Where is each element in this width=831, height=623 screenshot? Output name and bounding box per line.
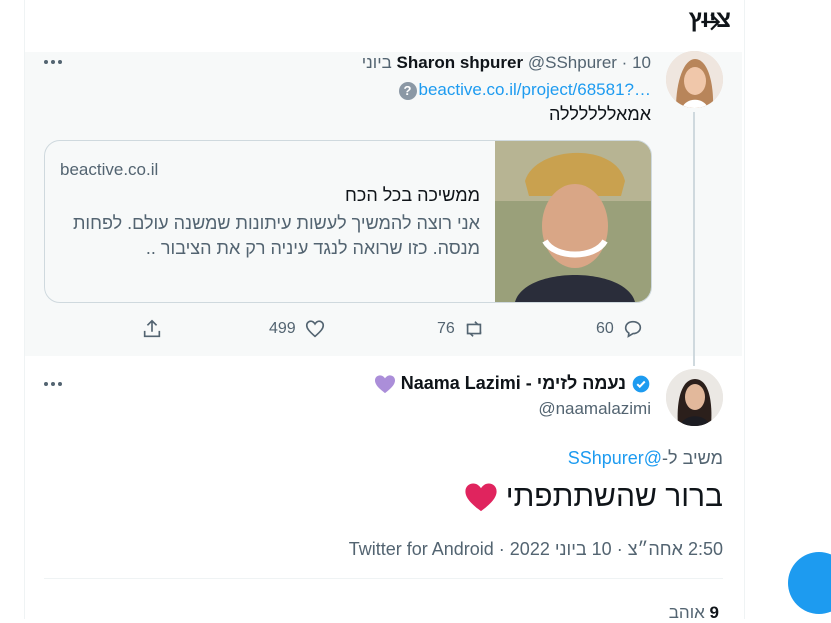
tweet-text: אמאללללללה: [549, 104, 651, 124]
tweet-meta: Sharon shpurer @SShpurer · 10 ביוני: [362, 53, 651, 73]
separator: ·: [621, 53, 628, 72]
like-count: 499: [269, 320, 296, 337]
avatar[interactable]: [666, 369, 723, 426]
like-button[interactable]: 499: [269, 318, 326, 340]
main-tweet-text: ברור שהשתתפתי: [505, 480, 723, 513]
reply-context: משיב ל-@SShpurer: [568, 448, 723, 469]
retweet-icon: [466, 321, 482, 337]
tweet-timestamp: 2:50 אחה״צ · 10 ביוני 2022 · Twitter for…: [349, 539, 723, 560]
main-tweet-text-row: ברור שהשתתפתי: [464, 480, 723, 514]
reply-button[interactable]: 60: [596, 318, 644, 340]
tweet-link-row: ? beactive.co.il/project/68581?…: [398, 80, 651, 100]
tweet-source[interactable]: Twitter for Android: [349, 539, 494, 559]
author-handle[interactable]: @naamalazimi: [538, 399, 651, 419]
author-name[interactable]: נעמה לזימי - Naama Lazimi: [401, 373, 626, 394]
more-options-icon[interactable]: [44, 377, 66, 391]
retweet-button[interactable]: 76: [437, 318, 485, 340]
separator: ·: [498, 539, 505, 559]
red-heart-icon: [465, 483, 497, 512]
reply-mention[interactable]: @SShpurer: [568, 448, 662, 468]
purple-heart-icon: [374, 374, 395, 393]
thread-line: [693, 112, 695, 366]
tweet-date[interactable]: 10 ביוני 2022: [510, 539, 612, 559]
divider: [44, 578, 723, 579]
card-title: ממשיכה בכל הכח: [345, 185, 480, 205]
reply-icon: [624, 320, 641, 338]
reply-count: 60: [596, 320, 614, 337]
author-name-row: נעמה לזימי - Naama Lazimi: [374, 373, 651, 394]
question-icon: ?: [398, 81, 417, 100]
avatar[interactable]: [666, 51, 723, 108]
card-description: אני רוצה להמשיך לעשות עיתונות שמשנה עולם…: [73, 213, 480, 258]
page-title: ציוץ: [688, 6, 731, 33]
verified-badge-icon: [632, 375, 650, 392]
card-domain: beactive.co.il: [60, 160, 159, 179]
tweet-link[interactable]: beactive.co.il/project/68581?…: [419, 80, 651, 99]
card-image: [495, 141, 651, 302]
retweet-count: 76: [437, 320, 455, 337]
author-name[interactable]: Sharon shpurer: [397, 53, 524, 72]
share-button[interactable]: [141, 318, 163, 340]
reply-prefix: משיב ל-: [662, 448, 723, 468]
author-handle[interactable]: @SShpurer: [528, 53, 617, 72]
link-card[interactable]: beactive.co.il ממשיכה בכל הכח אני רוצה ל…: [44, 140, 652, 303]
more-options-icon[interactable]: [44, 55, 66, 69]
likes-count: 9: [709, 603, 719, 622]
compose-tweet-button[interactable]: [788, 552, 831, 614]
share-icon: [143, 319, 161, 338]
tweet-time[interactable]: 2:50 אחה״צ: [628, 539, 723, 559]
likes-label: אוהב: [668, 603, 705, 622]
likes-summary[interactable]: 9 אוהב: [669, 603, 719, 623]
separator: ·: [616, 539, 623, 559]
heart-outline-icon: [305, 320, 324, 338]
